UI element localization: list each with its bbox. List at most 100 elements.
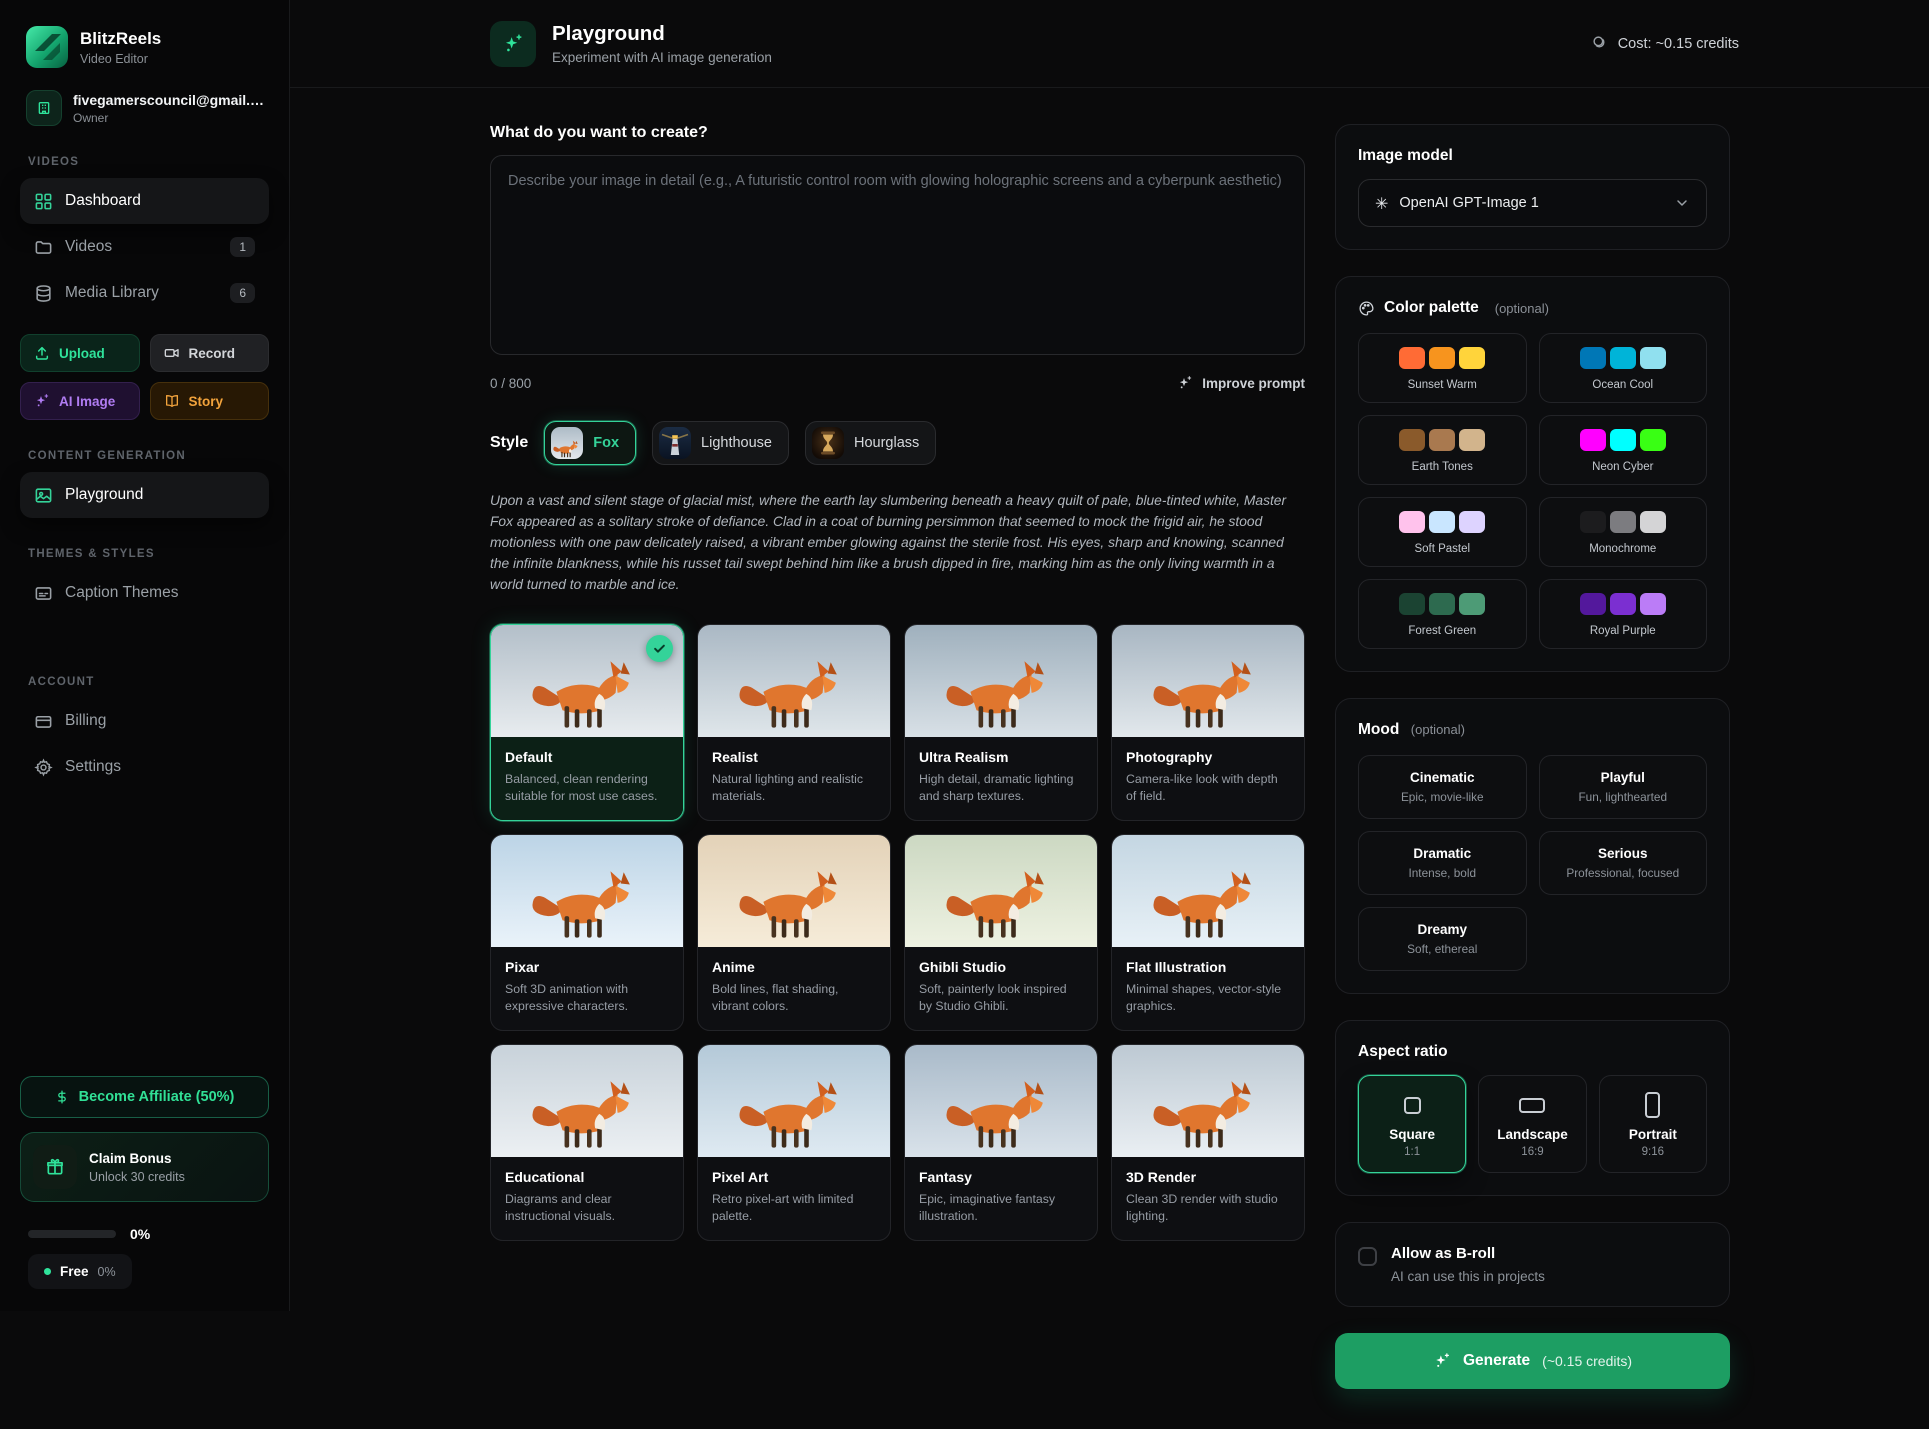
palette-swatches <box>1580 429 1666 451</box>
record-button[interactable]: Record <box>150 334 270 372</box>
broll-subtitle: AI can use this in projects <box>1391 1269 1545 1284</box>
sidebar-item-caption-themes[interactable]: Caption Themes <box>20 570 269 616</box>
palette-forest-green[interactable]: Forest Green <box>1358 579 1527 649</box>
style-card-description: Minimal shapes, vector-style graphics. <box>1126 981 1290 1016</box>
plan-badge[interactable]: Free 0% <box>28 1254 132 1289</box>
sidebar-item-billing[interactable]: Billing <box>20 698 269 744</box>
palette-earth-tones[interactable]: Earth Tones <box>1358 415 1527 485</box>
style-card-photography[interactable]: PhotographyCamera-like look with depth o… <box>1111 624 1305 821</box>
style-card-ghibli-studio[interactable]: Ghibli StudioSoft, painterly look inspir… <box>904 834 1098 1031</box>
claim-bonus-card[interactable]: Claim Bonus Unlock 30 credits <box>20 1132 269 1202</box>
style-card-anime[interactable]: AnimeBold lines, flat shading, vibrant c… <box>697 834 891 1031</box>
plan-percent: 0% <box>98 1265 116 1279</box>
record-label: Record <box>189 346 236 361</box>
improve-prompt-button[interactable]: Improve prompt <box>1177 375 1305 391</box>
color-swatch <box>1399 429 1425 451</box>
mood-description: Epic, movie-like <box>1367 790 1518 804</box>
style-card-thumbnail <box>905 625 1097 737</box>
mood-dreamy[interactable]: DreamySoft, ethereal <box>1358 907 1527 971</box>
palette-sunset-warm[interactable]: Sunset Warm <box>1358 333 1527 403</box>
bonus-subtitle: Unlock 30 credits <box>89 1170 185 1184</box>
prompt-section: What do you want to create? 0 / 800 Impr… <box>490 124 1305 1429</box>
palette-neon-cyber[interactable]: Neon Cyber <box>1539 415 1708 485</box>
style-card-flat-illustration[interactable]: Flat Illustration Minimal shapes, vector-… <box>1111 834 1305 1031</box>
style-card-title: Ultra Realism <box>919 749 1083 765</box>
sidebar-item-settings[interactable]: Settings <box>20 744 269 790</box>
lighthouse-thumbnail <box>659 427 691 459</box>
style-card-thumbnail <box>1112 1045 1304 1157</box>
chevron-down-icon <box>1674 195 1690 211</box>
style-tab-hourglass[interactable]: Hourglass <box>805 421 936 465</box>
style-tab-fox[interactable]: Fox <box>544 421 636 465</box>
mood-name: Playful <box>1548 770 1699 785</box>
palette-ocean-cool[interactable]: Ocean Cool <box>1539 333 1708 403</box>
style-card-educational[interactable]: EducationalDiagrams and clear instructio… <box>490 1044 684 1241</box>
broll-title: Allow as B-roll <box>1391 1245 1545 1262</box>
palette-name: Soft Pastel <box>1414 543 1470 555</box>
palette-optional: (optional) <box>1495 301 1549 316</box>
palette-name: Monochrome <box>1589 543 1656 555</box>
color-swatch <box>1399 593 1425 615</box>
style-card-pixar[interactable]: PixarSoft 3D animation with expressive c… <box>490 834 684 1031</box>
mood-description: Intense, bold <box>1367 866 1518 880</box>
color-swatch <box>1459 511 1485 533</box>
aspect-ratio-value: 16:9 <box>1521 1146 1543 1158</box>
mood-dramatic[interactable]: DramaticIntense, bold <box>1358 831 1527 895</box>
prompt-input[interactable] <box>490 155 1305 355</box>
color-swatch <box>1459 347 1485 369</box>
style-card-description: Epic, imaginative fantasy illustration. <box>919 1191 1083 1226</box>
style-tab-lighthouse[interactable]: Lighthouse <box>652 421 789 465</box>
style-card-realist[interactable]: RealistNatural lighting and realistic ma… <box>697 624 891 821</box>
sidebar-item-label: Caption Themes <box>65 584 178 602</box>
broll-card: Allow as B-roll AI can use this in proje… <box>1335 1222 1730 1307</box>
image-model-select[interactable]: ✳ OpenAI GPT-Image 1 <box>1358 179 1707 227</box>
aspect-name: Portrait <box>1629 1127 1677 1142</box>
sidebar-item-playground[interactable]: Playground <box>20 472 269 518</box>
app-name: BlitzReels <box>80 29 161 49</box>
broll-checkbox[interactable] <box>1358 1247 1377 1266</box>
sparkles-icon <box>1433 1352 1451 1370</box>
gear-icon <box>34 758 53 777</box>
aspect-square[interactable]: Square1:1 <box>1358 1075 1466 1173</box>
color-swatch <box>1399 511 1425 533</box>
landscape-icon <box>1519 1098 1545 1113</box>
sidebar-item-media-library[interactable]: Media Library 6 <box>20 270 269 316</box>
style-card-3d-render[interactable]: 3D RenderClean 3D render with studio lig… <box>1111 1044 1305 1241</box>
square-icon <box>1404 1097 1421 1114</box>
color-swatch <box>1610 429 1636 451</box>
generate-button[interactable]: Generate (~0.15 credits) <box>1335 1333 1730 1389</box>
style-card-default[interactable]: DefaultBalanced, clean rendering suitabl… <box>490 624 684 821</box>
style-label: Style <box>490 434 528 452</box>
color-swatch <box>1399 347 1425 369</box>
story-button[interactable]: Story <box>150 382 270 420</box>
style-card-ultra-realism[interactable]: Ultra RealismHigh detail, dramatic light… <box>904 624 1098 821</box>
upload-button[interactable]: Upload <box>20 334 140 372</box>
user-account[interactable]: fivegamerscouncil@gmail.com Owner <box>20 90 269 126</box>
palette-soft-pastel[interactable]: Soft Pastel <box>1358 497 1527 567</box>
ai-image-button[interactable]: AI Image <box>20 382 140 420</box>
sidebar-item-videos[interactable]: Videos 1 <box>20 224 269 270</box>
palette-royal-purple[interactable]: Royal Purple <box>1539 579 1708 649</box>
style-card-pixel-art[interactable]: Pixel ArtRetro pixel-art with limited pa… <box>697 1044 891 1241</box>
cost-text: Cost: ~0.15 credits <box>1618 36 1739 52</box>
aspect-portrait[interactable]: Portrait9:16 <box>1599 1075 1707 1173</box>
user-role: Owner <box>73 111 268 125</box>
color-swatch <box>1429 429 1455 451</box>
color-swatch <box>1610 347 1636 369</box>
become-affiliate-button[interactable]: Become Affiliate (50%) <box>20 1076 269 1118</box>
story-label: Story <box>189 394 224 409</box>
palette-monochrome[interactable]: Monochrome <box>1539 497 1708 567</box>
style-card-description: Natural lighting and realistic materials… <box>712 771 876 806</box>
generate-cost: (~0.15 credits) <box>1542 1353 1632 1369</box>
palette-name: Sunset Warm <box>1408 379 1477 391</box>
style-card-title: Flat Illustration <box>1126 959 1290 975</box>
sidebar-item-dashboard[interactable]: Dashboard <box>20 178 269 224</box>
mood-cinematic[interactable]: CinematicEpic, movie-like <box>1358 755 1527 819</box>
aspect-landscape[interactable]: Landscape16:9 <box>1478 1075 1586 1173</box>
section-account: ACCOUNT <box>28 676 261 688</box>
style-card-thumbnail <box>1112 835 1304 947</box>
mood-playful[interactable]: PlayfulFun, lighthearted <box>1539 755 1708 819</box>
style-card-fantasy[interactable]: FantasyEpic, imaginative fantasy illustr… <box>904 1044 1098 1241</box>
credit-usage: 0% <box>20 1226 269 1242</box>
mood-serious[interactable]: SeriousProfessional, focused <box>1539 831 1708 895</box>
